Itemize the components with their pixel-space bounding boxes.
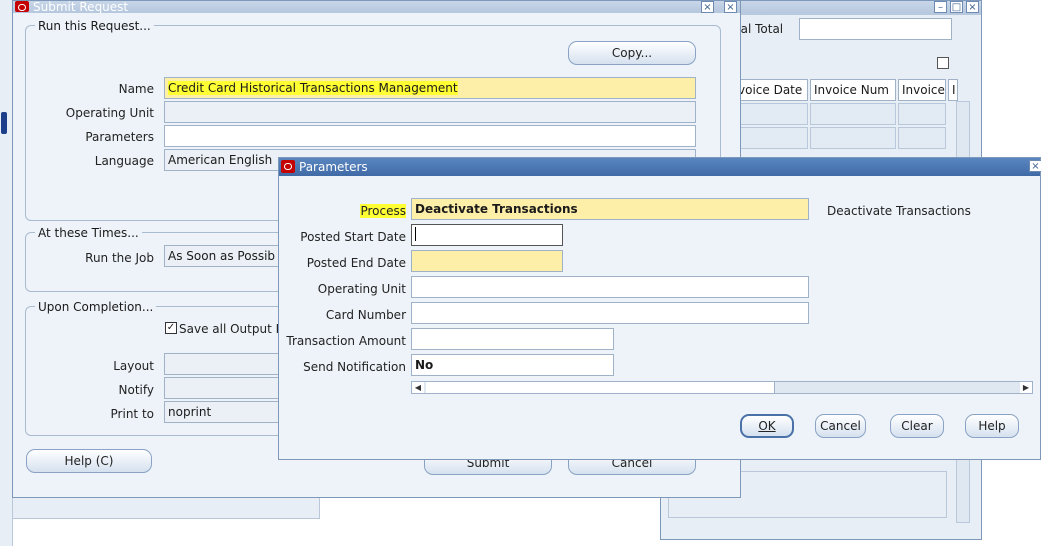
clear-button[interactable]: Clear: [890, 414, 944, 438]
window-title: Submit Request: [33, 0, 129, 14]
process-field[interactable]: Deactivate Transactions: [411, 198, 809, 220]
scroll-thumb[interactable]: [426, 382, 775, 393]
submit-request-titlebar: Submit Request × ×: [13, 1, 740, 13]
oracle-logo-icon: [15, 1, 29, 12]
close-icon[interactable]: ×: [724, 1, 737, 13]
card-number-label: Card Number: [325, 308, 406, 322]
copy-button[interactable]: Copy...: [568, 41, 696, 65]
parameters-field[interactable]: [164, 125, 696, 147]
transaction-amount-field[interactable]: [411, 328, 614, 350]
run-request-group-title: Run this Request...: [35, 19, 154, 33]
table-cell[interactable]: [810, 103, 896, 125]
table-cell[interactable]: [734, 103, 808, 125]
oracle-logo-icon: [281, 160, 295, 173]
cancel-button-label: Cancel: [820, 419, 861, 433]
posted-start-date-field[interactable]: [411, 224, 563, 246]
posted-end-date-field[interactable]: [411, 250, 563, 272]
completion-group-title: Upon Completion...: [35, 300, 157, 314]
layout-label: Layout: [113, 359, 154, 373]
layout-field[interactable]: [164, 353, 294, 375]
close-icon[interactable]: ×: [966, 1, 979, 13]
scroll-left-icon[interactable]: ◀: [412, 382, 424, 393]
send-notification-value: No: [415, 358, 434, 372]
parameters-window: Parameters × Process Deactivate Transact…: [278, 157, 1041, 460]
process-description: Deactivate Transactions: [827, 204, 971, 218]
operating-unit-field[interactable]: [411, 276, 809, 298]
parameters-titlebar: Parameters ×: [279, 158, 1041, 176]
help-button-label: Help (C): [64, 454, 114, 468]
ok-button[interactable]: OK: [740, 414, 794, 438]
times-group-title: At these Times...: [35, 226, 142, 240]
checkbox-checked-icon[interactable]: ✓: [165, 322, 177, 334]
minimize-icon[interactable]: –: [934, 1, 947, 13]
operating-unit-label: Operating Unit: [317, 282, 406, 296]
background-bottom-panel: [12, 495, 320, 519]
run-job-label: Run the Job: [85, 251, 154, 265]
process-label: Process: [289, 203, 406, 219]
column-extra[interactable]: I: [948, 79, 958, 101]
posted-end-date-label: Posted End Date: [306, 256, 406, 270]
help-button-label: Help: [978, 419, 1006, 433]
actual-total-field[interactable]: [799, 18, 952, 40]
process-value: Deactivate Transactions: [415, 202, 578, 216]
column-invoice-date[interactable]: voice Date: [734, 79, 808, 101]
save-output-label: Save all Output F: [179, 322, 283, 336]
name-value: Credit Card Historical Transactions Mana…: [168, 81, 458, 95]
help-button[interactable]: Help: [965, 414, 1019, 438]
run-job-field[interactable]: As Soon as Possib: [164, 245, 294, 267]
operating-unit-label: Operating Unit: [65, 106, 154, 120]
name-label: Name: [118, 82, 154, 96]
table-cell[interactable]: [898, 127, 946, 149]
maximize-icon[interactable]: □: [950, 1, 963, 13]
process-label-text: Process: [360, 204, 406, 218]
posted-start-date-label: Posted Start Date: [300, 230, 406, 244]
column-invoice[interactable]: Invoice: [898, 79, 946, 101]
close-icon[interactable]: ×: [1029, 160, 1041, 172]
help-button[interactable]: Help (C): [26, 449, 152, 473]
checkbox-icon[interactable]: [937, 57, 949, 69]
name-field[interactable]: Credit Card Historical Transactions Mana…: [164, 77, 696, 99]
operating-unit-field[interactable]: [164, 101, 696, 123]
column-invoice-num[interactable]: Invoice Num: [810, 79, 896, 101]
send-notification-label: Send Notification: [303, 360, 406, 374]
cancel-button[interactable]: Cancel: [815, 414, 866, 438]
table-cell[interactable]: [734, 127, 808, 149]
print-to-field[interactable]: noprint: [164, 401, 294, 423]
background-focus-bar: [1, 112, 7, 134]
parameters-title: Parameters: [299, 160, 368, 174]
send-notification-field[interactable]: No: [411, 354, 614, 376]
card-number-field[interactable]: [411, 302, 809, 324]
transaction-amount-label: Transaction Amount: [286, 334, 406, 348]
table-cell[interactable]: [810, 127, 896, 149]
horizontal-scrollbar[interactable]: ◀ ▶: [411, 381, 1033, 394]
parameters-label: Parameters: [85, 130, 154, 144]
close-icon[interactable]: ×: [701, 1, 714, 13]
table-cell[interactable]: [898, 103, 946, 125]
scroll-right-icon[interactable]: ▶: [1020, 382, 1032, 393]
language-label: Language: [94, 154, 154, 168]
ok-button-label: OK: [758, 419, 776, 433]
notify-field[interactable]: [164, 377, 294, 399]
print-to-label: Print to: [110, 407, 154, 421]
notify-label: Notify: [118, 383, 154, 397]
text-cursor: [415, 227, 416, 241]
